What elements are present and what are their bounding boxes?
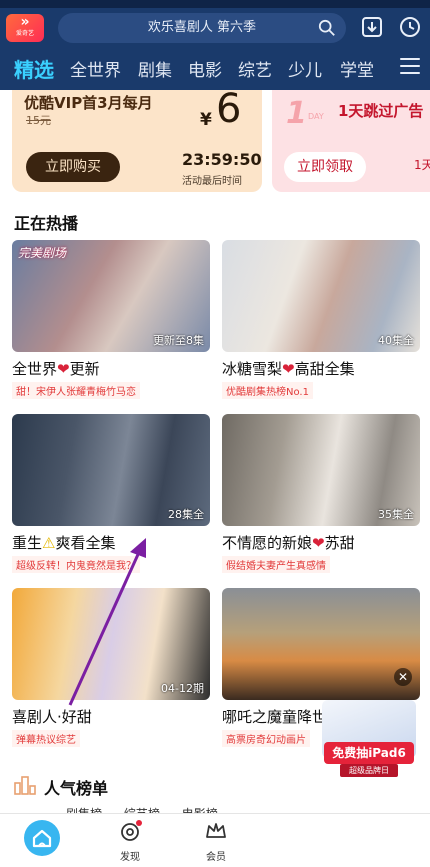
show-title: 全世界❤更新 [12,360,100,378]
show-thumbnail[interactable]: 28集全 [12,414,210,526]
tab-movies[interactable]: 电影 [188,56,222,81]
home-icon [32,829,52,848]
nav-member-label: 会员 [206,852,226,863]
skip-ads-promo-card[interactable]: 1 DAY 1天跳过广告 立即领取 1天 [272,90,430,192]
show-card-ice-sugar-pear[interactable]: 40集全 冰糖雪梨❤高甜全集 优酷剧集热榜No.1 [222,240,420,403]
claim-now-button[interactable]: 立即领取 [284,152,366,182]
vip-price: 6 [216,86,242,132]
show-title: 重生⚠爽看全集 [12,534,116,552]
show-subtitle: 甜！宋伊人张耀青梅竹马恋 [12,382,140,399]
floating-ad[interactable]: 免费抽iPad6 超级品牌日 [322,700,416,778]
watermark: 完美剧场 [18,246,67,260]
nav-member[interactable]: 会员 [196,820,236,863]
countdown-note: 活动最后时间 [182,176,242,187]
channel-tabs: 精选 全世界 剧集 电影 综艺 少儿 学堂 [0,50,430,88]
heart-icon: ❤ [312,534,325,552]
show-title: 不情愿的新娘❤苏甜 [222,534,355,552]
vip-promo-title: 优酷VIP首3月每月 [24,94,153,112]
show-card-whole-world[interactable]: 完美剧场 更新至8集 全世界❤更新 甜！宋伊人张耀青梅竹马恋 [12,240,210,403]
tab-kids[interactable]: 少儿 [288,56,322,81]
heart-icon: ❤ [57,360,70,378]
nav-home-button[interactable] [24,820,60,856]
ranking-icon [14,776,36,795]
search-bar[interactable]: 欢乐喜剧人 第六季 [58,13,346,43]
countdown-timer: 23:59:50 [182,150,262,169]
show-subtitle: 高票房奇幻动画片 [222,730,310,747]
skip-extra-text: 1天 [414,158,430,172]
tab-learning[interactable]: 学堂 [340,56,374,81]
price-currency: ¥ [200,110,212,130]
menu-icon[interactable] [400,58,420,76]
episode-badge: 40集全 [378,334,414,347]
history-clock-icon[interactable] [398,15,422,39]
app-logo[interactable]: » 爱奇艺 [6,14,44,42]
show-subtitle: 弹幕热议综艺 [12,730,80,747]
now-playing-heading: 正在热播 [14,214,79,233]
heart-icon: ❤ [282,360,295,378]
episode-badge: 35集全 [378,508,414,521]
show-thumbnail[interactable]: 35集全 [222,414,420,526]
search-icon[interactable] [318,19,336,37]
show-card-comedian[interactable]: 04-12期 喜剧人·好甜 弹幕热议综艺 [12,588,210,751]
show-subtitle: 假结婚夫妻产生真感情 [222,556,330,573]
show-title: 喜剧人·好甜 [12,708,92,726]
show-card-unwilling-bride[interactable]: 35集全 不情愿的新娘❤苏甜 假结婚夫妻产生真感情 [222,414,420,577]
nav-discover[interactable]: 发现 [110,820,150,863]
skip-ads-text: 1天跳过广告 [338,102,424,120]
crown-icon [206,823,226,838]
show-thumbnail[interactable]: 40集全 [222,240,420,352]
search-placeholder: 欢乐喜剧人 第六季 [147,20,257,35]
show-thumbnail[interactable]: 完美剧场 更新至8集 [12,240,210,352]
show-subtitle: 优酷剧集热榜No.1 [222,382,313,399]
ranking-heading: 人气榜单 [44,779,109,798]
day-badge-word: DAY [308,112,324,121]
page: » 爱奇艺 欢乐喜剧人 第六季 精选 全世界 剧集 电影 综艺 少儿 学堂 优酷… [0,0,430,867]
header: » 爱奇艺 欢乐喜剧人 第六季 精选 全世界 剧集 电影 综艺 少儿 学堂 [0,0,430,90]
download-icon[interactable] [360,15,384,39]
ad-tag: 超级品牌日 [340,764,398,777]
tab-featured[interactable]: 精选 [14,54,54,83]
ad-text: 免费抽iPad6 [324,742,414,764]
show-title: 冰糖雪梨❤高甜全集 [222,360,355,378]
show-card-rebirth[interactable]: 28集全 重生⚠爽看全集 超级反转！内鬼竟然是我？ [12,414,210,577]
double-chevron-icon: » [20,14,30,30]
bottom-nav: 发现 会员 [0,813,430,867]
tab-series[interactable]: 剧集 [138,56,172,81]
episode-badge: 04-12期 [161,682,204,695]
notification-dot [136,820,142,826]
top-bar: » 爱奇艺 欢乐喜剧人 第六季 [0,10,430,46]
vip-original-price: 15元 [26,114,51,127]
buy-now-button[interactable]: 立即购买 [26,152,120,182]
tab-variety[interactable]: 综艺 [238,56,272,81]
tab-whole-world[interactable]: 全世界 [70,56,121,81]
nav-discover-label: 发现 [120,852,140,863]
promo-row: 优酷VIP首3月每月 15元 ¥ 6 立即购买 23:59:50 活动最后时间 … [0,86,430,196]
show-thumbnail[interactable] [222,588,420,700]
episode-badge: 28集全 [168,508,204,521]
show-thumbnail[interactable]: 04-12期 [12,588,210,700]
day-badge-number: 1 [286,96,307,131]
close-ad-icon[interactable]: ✕ [394,668,412,686]
vip-promo-card[interactable]: 优酷VIP首3月每月 15元 ¥ 6 立即购买 23:59:50 活动最后时间 [12,86,262,192]
show-subtitle: 超级反转！内鬼竟然是我？ [12,556,140,573]
warning-icon: ⚠ [42,534,56,552]
episode-badge: 更新至8集 [153,334,204,347]
status-bar [0,0,430,8]
logo-text: 爱奇艺 [15,30,34,37]
